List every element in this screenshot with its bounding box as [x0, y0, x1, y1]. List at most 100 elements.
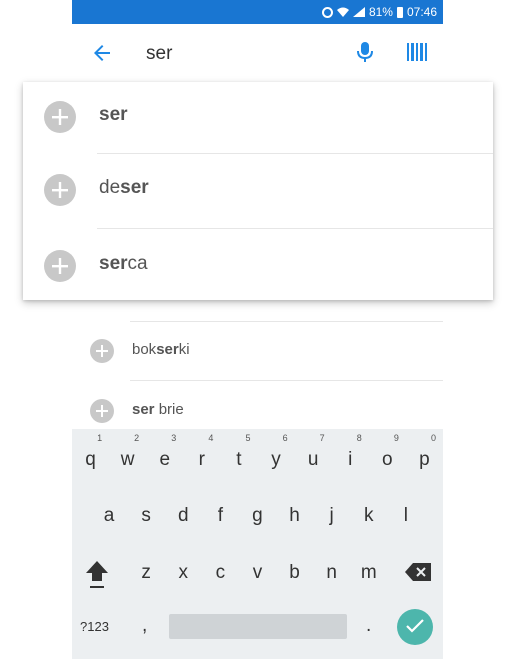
wifi-icon — [336, 7, 349, 17]
list-divider — [130, 380, 443, 381]
key-char: b — [289, 562, 300, 583]
key-char: g — [252, 505, 263, 526]
key-t[interactable]: 5t — [220, 429, 257, 475]
key-s[interactable]: s — [128, 492, 165, 538]
suggestion-item[interactable]: deser — [23, 155, 493, 228]
alarm-icon — [321, 6, 333, 18]
key-char: q — [85, 449, 96, 470]
keyboard-row-1: 1q2w3e4r5t6y7u8i9o0p — [72, 429, 443, 475]
list-item-label: ser brie — [132, 401, 184, 418]
key-char: i — [348, 449, 353, 470]
key-char: n — [326, 562, 337, 583]
key-char: o — [382, 449, 393, 470]
key-b[interactable]: b — [276, 549, 313, 595]
key-char: j — [329, 505, 334, 526]
key-hint: 3 — [171, 433, 177, 443]
add-circle-icon[interactable] — [44, 250, 76, 282]
suggestion-divider — [97, 153, 493, 154]
clock: 07:46 — [406, 5, 437, 19]
add-circle-icon[interactable] — [90, 399, 114, 423]
key-k[interactable]: k — [350, 492, 387, 538]
key-char: d — [177, 505, 189, 526]
key-y[interactable]: 6y — [258, 429, 295, 475]
key-i[interactable]: 8i — [332, 429, 369, 475]
key-char: w — [120, 449, 135, 470]
keyboard-row-3: zxcvbnm — [72, 549, 443, 595]
key-char: s — [141, 505, 151, 526]
key-char: r — [198, 449, 205, 470]
key-h[interactable]: h — [276, 492, 313, 538]
key-v[interactable]: v — [239, 549, 276, 595]
key-f[interactable]: f — [202, 492, 239, 538]
key-char: u — [307, 449, 319, 470]
key-char: z — [141, 562, 151, 583]
key-w[interactable]: 2w — [109, 429, 146, 475]
comma-key[interactable]: , — [142, 615, 147, 637]
suggestion-item[interactable]: serca — [23, 231, 493, 304]
add-circle-icon[interactable] — [44, 174, 76, 206]
key-hint: 0 — [430, 433, 436, 443]
key-char: m — [360, 562, 377, 583]
key-o[interactable]: 9o — [369, 429, 406, 475]
list-item-label: bokserki — [132, 341, 190, 358]
symbols-key[interactable]: ?123 — [80, 619, 109, 634]
key-p[interactable]: 0p — [406, 429, 443, 475]
suggestion-label: serca — [99, 253, 148, 274]
signal-icon — [352, 7, 365, 17]
suggestion-divider — [97, 228, 493, 229]
key-x[interactable]: x — [165, 549, 202, 595]
key-char: l — [403, 505, 408, 526]
key-char: t — [236, 449, 242, 470]
key-hint: 9 — [393, 433, 399, 443]
key-j[interactable]: j — [313, 492, 350, 538]
key-hint: 7 — [319, 433, 325, 443]
key-a[interactable]: a — [91, 492, 128, 538]
key-m[interactable]: m — [350, 549, 387, 595]
key-c[interactable]: c — [202, 549, 239, 595]
period-key[interactable]: . — [366, 615, 371, 637]
key-n[interactable]: n — [313, 549, 350, 595]
key-hint: 6 — [282, 433, 288, 443]
key-hint: 4 — [208, 433, 214, 443]
shift-icon[interactable] — [84, 559, 110, 589]
key-q[interactable]: 1q — [72, 429, 109, 475]
status-bar: 81% 07:46 — [72, 0, 443, 24]
key-char: x — [178, 562, 188, 583]
key-e[interactable]: 3e — [146, 429, 183, 475]
suggestion-label: ser — [99, 104, 128, 125]
key-hint: 5 — [245, 433, 251, 443]
backspace-icon[interactable] — [405, 563, 431, 581]
add-circle-icon[interactable] — [44, 101, 76, 133]
suggestion-item[interactable]: ser — [23, 82, 493, 155]
battery-percent: 81% — [368, 5, 393, 19]
add-circle-icon[interactable] — [90, 339, 114, 363]
key-u[interactable]: 7u — [295, 429, 332, 475]
suggestion-dropdown: ser deser serca — [23, 82, 493, 300]
list-item[interactable]: bokserki — [72, 331, 443, 371]
key-g[interactable]: g — [239, 492, 276, 538]
barcode-scanner-icon[interactable] — [406, 41, 428, 63]
search-input[interactable] — [146, 40, 346, 68]
key-hint: 1 — [97, 433, 103, 443]
back-arrow-icon[interactable] — [90, 41, 114, 65]
soft-keyboard: 1q2w3e4r5t6y7u8i9o0p asdfghjkl zxcvbnm ?… — [72, 429, 443, 659]
key-char: c — [215, 562, 226, 583]
suggestion-label: deser — [99, 177, 149, 198]
key-z[interactable]: z — [128, 549, 165, 595]
key-char: v — [252, 562, 263, 583]
key-char: y — [271, 449, 281, 470]
space-key[interactable] — [169, 614, 347, 639]
key-r[interactable]: 4r — [183, 429, 220, 475]
microphone-icon[interactable] — [356, 40, 374, 64]
list-item[interactable]: ser brie — [72, 391, 443, 431]
key-l[interactable]: l — [387, 492, 424, 538]
key-d[interactable]: d — [165, 492, 202, 538]
key-char: f — [217, 505, 223, 526]
key-char: p — [419, 449, 430, 470]
key-char: k — [363, 505, 374, 526]
list-divider — [130, 321, 443, 322]
enter-key[interactable] — [397, 609, 433, 645]
battery-icon — [396, 6, 403, 18]
keyboard-row-2: as d f ghj k l — [72, 492, 443, 538]
checkmark-icon — [406, 619, 424, 633]
